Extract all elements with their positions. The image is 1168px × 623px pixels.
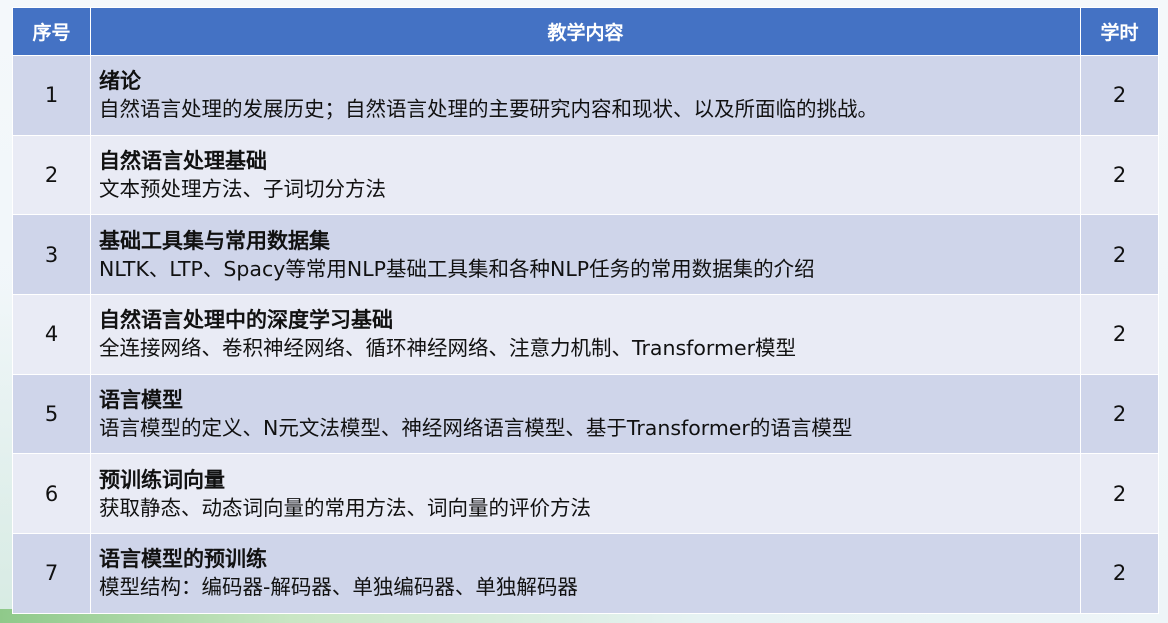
topic-description: 模型结构：编码器-解码器、单独编码器、单独解码器: [99, 575, 578, 600]
row-hours: 2: [1080, 533, 1159, 614]
row-number: 6: [12, 453, 91, 535]
topic-title: 自然语言处理中的深度学习基础: [99, 308, 393, 333]
row-number: 3: [12, 214, 91, 296]
row-number: 1: [12, 55, 91, 136]
course-schedule-table: 序号 教学内容 学时 1 绪论 自然语言处理的发展历史；自然语言处理的主要研究内…: [12, 7, 1159, 614]
header-class-hours: 学时: [1080, 7, 1159, 56]
row-number: 2: [12, 134, 91, 216]
row-content: 自然语言处理基础 文本预处理方法、子词切分方法: [90, 134, 1081, 216]
topic-title: 自然语言处理基础: [99, 149, 267, 174]
table-row: 7 语言模型的预训练 模型结构：编码器-解码器、单独编码器、单独解码器 2: [12, 533, 1159, 614]
topic-description: 全连接网络、卷积神经网络、循环神经网络、注意力机制、Transformer模型: [99, 336, 797, 361]
row-number: 5: [12, 373, 91, 455]
row-number: 7: [12, 533, 91, 614]
topic-description: 获取静态、动态词向量的常用方法、词向量的评价方法: [99, 495, 591, 520]
topic-title: 基础工具集与常用数据集: [99, 228, 330, 253]
row-hours: 2: [1080, 373, 1159, 455]
row-number: 4: [12, 294, 91, 375]
row-hours: 2: [1080, 453, 1159, 535]
table-row: 6 预训练词向量 获取静态、动态词向量的常用方法、词向量的评价方法 2: [12, 453, 1159, 535]
row-content: 预训练词向量 获取静态、动态词向量的常用方法、词向量的评价方法: [90, 453, 1081, 535]
topic-description: 文本预处理方法、子词切分方法: [99, 177, 386, 202]
topic-description: 自然语言处理的发展历史；自然语言处理的主要研究内容和现状、以及所面临的挑战。: [99, 97, 878, 122]
row-content: 语言模型 语言模型的定义、N元文法模型、神经网络语言模型、基于Transform…: [90, 373, 1081, 455]
header-teaching-content: 教学内容: [90, 7, 1081, 56]
row-hours: 2: [1080, 294, 1159, 375]
table-row: 1 绪论 自然语言处理的发展历史；自然语言处理的主要研究内容和现状、以及所面临的…: [12, 55, 1159, 136]
topic-title: 绪论: [99, 69, 141, 94]
row-hours: 2: [1080, 134, 1159, 216]
table-header-row: 序号 教学内容 学时: [12, 7, 1159, 56]
row-hours: 2: [1080, 55, 1159, 136]
row-hours: 2: [1080, 214, 1159, 296]
table-row: 2 自然语言处理基础 文本预处理方法、子词切分方法 2: [12, 134, 1159, 216]
row-content: 语言模型的预训练 模型结构：编码器-解码器、单独编码器、单独解码器: [90, 533, 1081, 614]
topic-title: 语言模型的预训练: [99, 547, 267, 572]
table-row: 5 语言模型 语言模型的定义、N元文法模型、神经网络语言模型、基于Transfo…: [12, 373, 1159, 455]
table-row: 3 基础工具集与常用数据集 NLTK、LTP、Spacy等常用NLP基础工具集和…: [12, 214, 1159, 296]
row-content: 基础工具集与常用数据集 NLTK、LTP、Spacy等常用NLP基础工具集和各种…: [90, 214, 1081, 296]
topic-description: 语言模型的定义、N元文法模型、神经网络语言模型、基于Transformer的语言…: [99, 416, 853, 441]
table-row: 4 自然语言处理中的深度学习基础 全连接网络、卷积神经网络、循环神经网络、注意力…: [12, 294, 1159, 375]
topic-title: 语言模型: [99, 388, 183, 413]
topic-description: NLTK、LTP、Spacy等常用NLP基础工具集和各种NLP任务的常用数据集的…: [99, 256, 815, 281]
topic-title: 预训练词向量: [99, 467, 225, 492]
header-serial-number: 序号: [12, 7, 91, 56]
row-content: 自然语言处理中的深度学习基础 全连接网络、卷积神经网络、循环神经网络、注意力机制…: [90, 294, 1081, 375]
row-content: 绪论 自然语言处理的发展历史；自然语言处理的主要研究内容和现状、以及所面临的挑战…: [90, 55, 1081, 136]
